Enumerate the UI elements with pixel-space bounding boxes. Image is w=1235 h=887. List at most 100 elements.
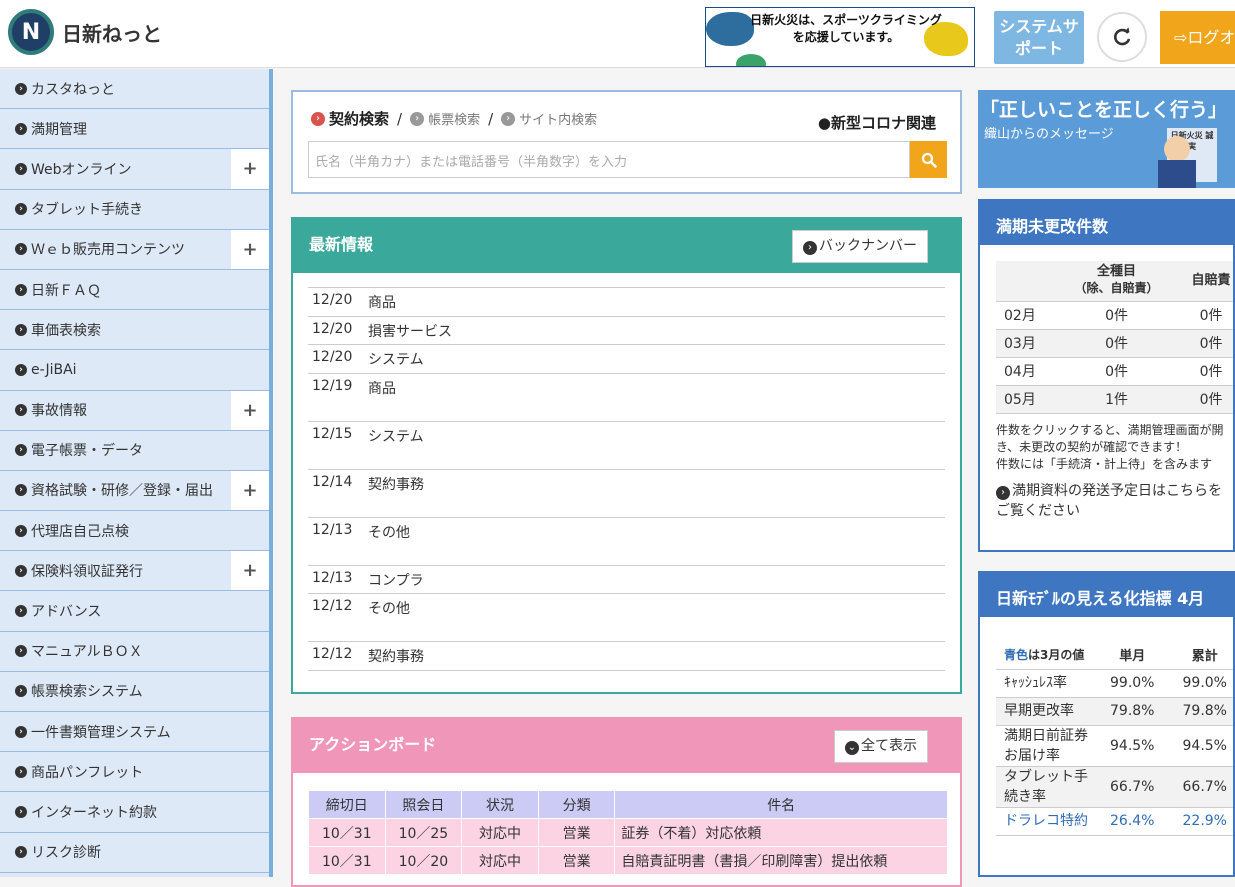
search-panel: › 契約検索 / › 帳票検索 / › サイト内検索 ●新型コロナ関連 氏名（半… — [291, 90, 962, 194]
news-date: 12/20 — [312, 321, 368, 345]
maturity-jibai-header: 自賠責 — [1181, 261, 1235, 301]
plus-icon[interactable]: + — [231, 230, 269, 269]
news-category: システム — [368, 349, 424, 373]
news-item[interactable]: 12/20システム — [308, 345, 945, 374]
maturity-count-all[interactable]: 1件 — [1052, 385, 1181, 413]
sidebar-item[interactable]: ›タブレット手続き — [0, 190, 269, 230]
chevron-right-icon: › — [15, 83, 27, 95]
kpi-total-value: 79.8% — [1169, 697, 1235, 725]
action-board-row[interactable]: 10／3110／25対応中営業証券（不着）対応依頼 — [309, 819, 948, 847]
maturity-row: 02月0件0件 — [996, 301, 1235, 329]
news-item[interactable]: 12/13コンプラ — [308, 566, 945, 595]
chevron-right-icon: › — [996, 486, 1010, 500]
news-item[interactable]: 12/12その他 — [308, 594, 945, 642]
sidebar-item-label: カスタねっと — [31, 79, 115, 99]
sidebar-item[interactable]: ›日新ＦＡＱ — [0, 270, 269, 310]
chevron-right-icon: › — [15, 324, 27, 336]
search-tabs: › 契約検索 / › 帳票検索 / › サイト内検索 — [311, 108, 597, 129]
sidebar-item[interactable]: ›電子帳票・データ — [0, 431, 269, 471]
sidebar-item-label: 事故情報 — [31, 400, 87, 420]
kpi-month-value: 94.5% — [1096, 725, 1169, 766]
maturity-count-jibai[interactable]: 0件 — [1181, 329, 1235, 357]
sport-climbing-banner[interactable]: 日新火災は、スポーツクライミングを応援しています。 — [705, 7, 975, 67]
kpi-month-value: 79.8% — [1096, 697, 1169, 725]
sidebar-item[interactable]: ›商品パンフレット — [0, 752, 269, 792]
sidebar-item[interactable]: ›代理店自己点検 — [0, 511, 269, 551]
maturity-count-all[interactable]: 0件 — [1052, 301, 1181, 329]
kpi-total-value: 99.0% — [1169, 669, 1235, 697]
maturity-month: 05月 — [996, 385, 1052, 413]
action-board-header: アクションボード ⌄全て表示 — [293, 719, 960, 773]
chevron-right-icon: › — [15, 565, 27, 577]
sidebar-item-label: e-JiBAi — [31, 362, 77, 378]
maturity-count-all[interactable]: 0件 — [1052, 329, 1181, 357]
action-board-cell: 営業 — [538, 847, 615, 875]
sidebar-item[interactable]: ›満期管理 — [0, 109, 269, 149]
tab-form-search[interactable]: 帳票検索 — [428, 109, 480, 128]
news-item[interactable]: 12/14契約事務 — [308, 470, 945, 518]
plus-icon[interactable]: + — [231, 551, 269, 590]
sidebar-item[interactable]: ›事故情報+ — [0, 391, 269, 431]
tab-site-search[interactable]: サイト内検索 — [519, 109, 597, 128]
logout-button[interactable]: ⇨ログオ — [1160, 11, 1235, 64]
news-item[interactable]: 12/20商品 — [308, 288, 945, 317]
sidebar-item[interactable]: › カスタねっと — [0, 69, 269, 109]
news-item[interactable]: 12/12契約事務 — [308, 642, 945, 671]
tab-contract-search[interactable]: 契約検索 — [329, 108, 389, 129]
sidebar-item[interactable]: ›Ｗｅｂ販売用コンテンツ+ — [0, 230, 269, 270]
back-number-label: バックナンバー — [819, 238, 917, 254]
kpi-row: ドラレコ特約26.4%22.9% — [996, 807, 1235, 835]
kpi-row: タブレット手続き率66.7%66.7% — [996, 766, 1235, 807]
sidebar-item-label: アドバンス — [31, 601, 101, 621]
kpi-total-value: 94.5% — [1169, 725, 1235, 766]
kpi-label: ｷｬｯｼｭﾚｽ率 — [996, 669, 1096, 697]
news-title: 最新情報 — [309, 235, 373, 254]
search-icon — [921, 152, 937, 168]
maturity-count-jibai[interactable]: 0件 — [1181, 357, 1235, 385]
news-date: 12/12 — [312, 598, 368, 641]
brand-name[interactable]: 日新ねっと — [62, 18, 162, 47]
person-suit — [1158, 160, 1196, 188]
sidebar-item[interactable]: ›資格試験・研修／登録・届出+ — [0, 471, 269, 511]
plus-icon[interactable]: + — [231, 149, 269, 188]
maturity-count-jibai[interactable]: 0件 — [1181, 301, 1235, 329]
tab-separator: / — [397, 110, 402, 128]
corona-link[interactable]: ●新型コロナ関連 — [818, 112, 936, 133]
news-item[interactable]: 12/19商品 — [308, 374, 945, 422]
news-item[interactable]: 12/20損害サービス — [308, 317, 945, 346]
news-item[interactable]: 12/13その他 — [308, 518, 945, 566]
message-banner[interactable]: 「正しいことを正しく行う」 織山からのメッセージ 日新火災 誠実 — [978, 90, 1235, 188]
banner-text: 日新火災は、スポーツクライミングを応援しています。 — [746, 12, 946, 46]
search-input[interactable]: 氏名（半角カナ）または電話番号（半角数字）を入力 — [308, 141, 910, 178]
sidebar-item[interactable]: ›帳票検索システム — [0, 672, 269, 712]
shipping-schedule-link[interactable]: ›満期資料の発送予定日はこちらをご覧ください — [980, 473, 1233, 521]
chevron-right-icon: › — [15, 525, 27, 537]
maturity-count-all[interactable]: 0件 — [1052, 357, 1181, 385]
back-number-button[interactable]: ›バックナンバー — [792, 230, 928, 263]
sidebar-item[interactable]: › e-JiBAi — [0, 350, 269, 390]
maturity-count-jibai[interactable]: 0件 — [1181, 385, 1235, 413]
sidebar-item[interactable]: ›Webオンライン+ — [0, 149, 269, 189]
sidebar-item[interactable]: › アドバンス — [0, 591, 269, 631]
plus-icon[interactable]: + — [231, 471, 269, 510]
sidebar-item[interactable]: ›保険料領収証発行+ — [0, 551, 269, 591]
chevron-right-icon: › — [15, 605, 27, 617]
chevron-right-icon: › — [15, 123, 27, 135]
sidebar-item[interactable]: ›マニュアルＢＯＸ — [0, 632, 269, 672]
news-date: 12/13 — [312, 522, 368, 565]
chevron-right-icon: › — [15, 364, 27, 376]
search-button[interactable] — [910, 141, 947, 178]
action-board-row[interactable]: 10／3110／20対応中営業自賠責証明書（書損／印刷障害）提出依頼 — [309, 847, 948, 875]
kpi-table: 青色は3月の値 単月 累計 ｷｬｯｼｭﾚｽ率99.0%99.0%早期更改率79.… — [996, 641, 1235, 836]
sidebar-item[interactable]: ›リスク診断 — [0, 833, 269, 873]
refresh-icon[interactable] — [1097, 12, 1147, 62]
show-all-button[interactable]: ⌄全て表示 — [834, 730, 928, 763]
sidebar-item[interactable]: ›一件書類管理システム — [0, 712, 269, 752]
news-item[interactable]: 12/15システム — [308, 422, 945, 470]
plus-icon[interactable]: + — [231, 391, 269, 430]
system-support-button[interactable]: システムサポート — [994, 11, 1084, 64]
sidebar-item[interactable]: ›車価表検索 — [0, 310, 269, 350]
nisshin-logo[interactable]: N — [8, 9, 54, 55]
sidebar-item[interactable]: ›インターネット約款 — [0, 792, 269, 832]
latest-news-panel: 最新情報 ›バックナンバー 12/20商品12/20損害サービス12/20システ… — [291, 217, 962, 694]
